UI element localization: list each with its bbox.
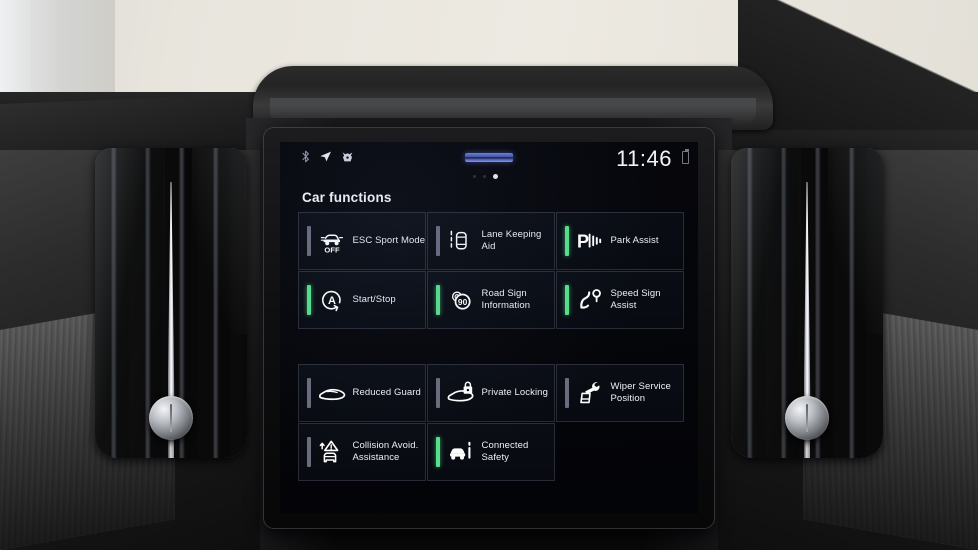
battery-icon [682, 149, 689, 164]
svg-text:P: P [577, 231, 589, 251]
connected-safety-icon [447, 438, 475, 466]
air-vent-left-gloss-secondary [192, 148, 247, 334]
tile-esc-sport-mode[interactable]: OFF ESC Sport Mode [298, 212, 426, 270]
tile-label: Lane Keeping Aid [481, 229, 542, 252]
status-indicator-bar [436, 285, 440, 315]
status-indicator-bar [307, 226, 311, 256]
tile-connected-safety[interactable]: Connected Safety [427, 423, 555, 481]
page-dot-active [493, 174, 498, 179]
status-indicator-bar [436, 437, 440, 467]
navigation-arrow-icon [319, 150, 332, 163]
tile-park-assist[interactable]: P Park Assist [556, 212, 684, 270]
page-dot [473, 175, 476, 178]
speed-limit-90-icon: 90 [447, 286, 475, 314]
a-pillar-right [738, 0, 978, 130]
tile-empty-slot [556, 423, 684, 481]
tile-road-sign-information[interactable]: 90 Road Sign Information [427, 271, 555, 329]
car-functions-grid-primary: OFF ESC Sport Mode Lane Keeping Aid P Pa… [298, 212, 684, 329]
clock: 11:46 [616, 146, 672, 171]
status-indicator-bar [565, 378, 569, 408]
reduced-guard-icon [318, 379, 346, 407]
tile-label: Start/Stop [352, 294, 396, 305]
esc-off-icon: OFF [318, 227, 346, 255]
car-interior-scene: 11:46 Car functions OFF ESC Sport Mode L… [0, 0, 978, 550]
status-bar-icons [302, 150, 354, 163]
air-vent-left[interactable] [95, 148, 247, 458]
tile-lane-keeping-aid[interactable]: Lane Keeping Aid [427, 212, 555, 270]
page-indicator[interactable] [473, 174, 498, 179]
infotainment-screen[interactable]: 11:46 Car functions OFF ESC Sport Mode L… [280, 142, 698, 514]
tile-label: Collision Avoid. Assistance [352, 440, 419, 463]
air-vent-right-gloss-secondary [828, 148, 883, 334]
tile-label: ESC Sport Mode [352, 235, 426, 246]
status-indicator-bar [565, 226, 569, 256]
svg-text:90: 90 [457, 297, 467, 307]
status-bar: 11:46 [280, 142, 698, 179]
status-indicator-bar [307, 378, 311, 408]
car-functions-grid-secondary: Reduced Guard Private Locking Wiper Serv… [298, 364, 684, 481]
status-indicator-bar [436, 378, 440, 408]
tile-speed-sign-assist[interactable]: Speed Sign Assist [556, 271, 684, 329]
private-locking-icon [447, 379, 475, 407]
park-assist-icon: P [576, 227, 604, 255]
tile-reduced-guard[interactable]: Reduced Guard [298, 364, 426, 422]
start-stop-icon: A [318, 286, 346, 314]
tile-label: Reduced Guard [352, 387, 421, 398]
vent-control-knob-left[interactable] [149, 396, 193, 440]
page-title: Car functions [302, 190, 392, 205]
status-indicator-bar [307, 285, 311, 315]
drag-handle[interactable] [465, 153, 513, 162]
status-indicator-bar [565, 285, 569, 315]
status-indicator-bar [436, 226, 440, 256]
bluetooth-icon [302, 150, 310, 163]
tile-collision-avoidance-assistance[interactable]: Collision Avoid. Assistance [298, 423, 426, 481]
air-vent-right[interactable] [731, 148, 883, 458]
tile-wiper-service-position[interactable]: Wiper Service Position [556, 364, 684, 422]
tile-label: Connected Safety [481, 440, 529, 463]
tile-label: Private Locking [481, 387, 548, 398]
vent-control-knob-right[interactable] [785, 396, 829, 440]
svg-text:A: A [328, 295, 336, 307]
lane-keeping-icon [447, 227, 475, 255]
tile-label: Speed Sign Assist [610, 288, 661, 311]
status-indicator-bar [307, 437, 311, 467]
collision-avoid-icon [318, 438, 346, 466]
tile-private-locking[interactable]: Private Locking [427, 364, 555, 422]
tile-label: Wiper Service Position [610, 381, 671, 404]
svg-text:OFF: OFF [324, 245, 340, 254]
wiper-service-icon [576, 379, 604, 407]
tile-label: Park Assist [610, 235, 659, 246]
connectivity-icon [341, 151, 354, 163]
speed-sign-assist-icon [576, 286, 604, 314]
tile-label: Road Sign Information [481, 288, 531, 311]
tile-start-stop[interactable]: A Start/Stop [298, 271, 426, 329]
page-dot [483, 175, 486, 178]
